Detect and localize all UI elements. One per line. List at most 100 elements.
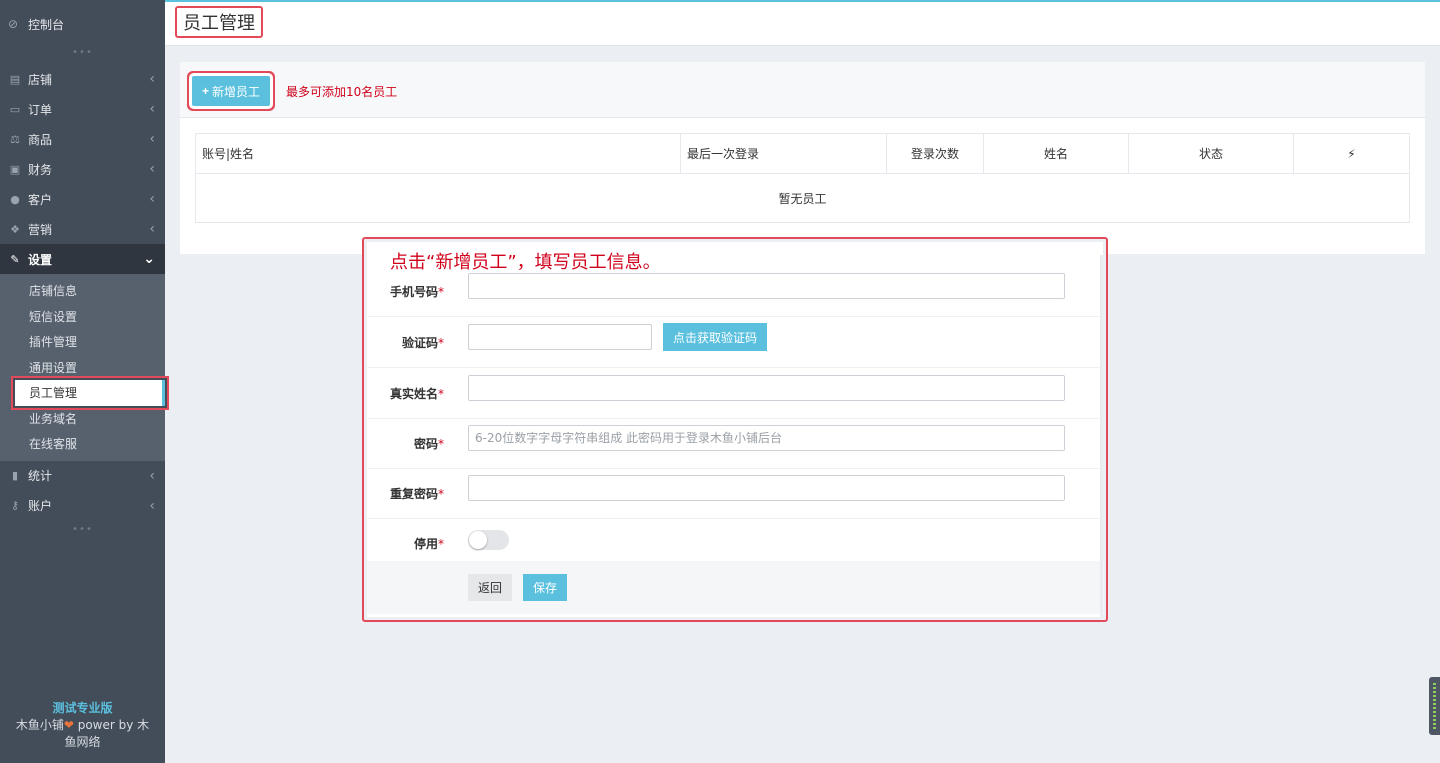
submenu-item-online-service[interactable]: 在线客服 [0, 431, 165, 457]
sidebar-menu: ▤ 店铺 ‹ ▭ 订单 ‹ ⚖ 商品 ‹ ▣ 财务 ‹ ● 客户 ‹ ❖ 营销 … [0, 64, 165, 539]
form-row-code: 验证码* 点击获取验证码 [367, 317, 1104, 368]
back-button[interactable]: 返回 [468, 574, 513, 601]
submenu-item-store-info[interactable]: 店铺信息 [0, 278, 165, 304]
sidebar-item-order[interactable]: ▭ 订单 ‹ [0, 94, 165, 124]
plus-icon: + [202, 84, 210, 98]
add-staff-form: 点击“新增员工”，填写员工信息。 手机号码* 验证码* 点击获取验证码 真实姓名… [362, 237, 1108, 622]
verification-code-input[interactable] [468, 324, 652, 350]
sidebar-item-label: 订单 [28, 102, 53, 117]
form-row-phone: 手机号码* [367, 266, 1104, 317]
column-header-login-count[interactable]: 登录次数 [887, 134, 984, 173]
staff-limit-note: 最多可添加10名员工 [286, 85, 398, 99]
repeat-password-input[interactable] [468, 475, 1065, 501]
brand-line: 木鱼小铺❤ power by 木 [0, 717, 165, 734]
sidebar-item-account[interactable]: ⚷ 账户 ‹ [0, 491, 165, 521]
sidebar-item-label: 财务 [28, 162, 53, 177]
phone-label-text: 手机号码 [389, 285, 438, 299]
add-staff-label: 新增员工 [212, 84, 261, 99]
required-mark: * [438, 387, 444, 401]
form-row-realname: 真实姓名* [367, 368, 1104, 419]
chevron-left-icon: ‹ [149, 191, 155, 207]
column-header-account[interactable]: 账号|姓名 [196, 134, 681, 173]
sidebar-item-label: 统计 [28, 469, 53, 483]
scrollbar[interactable] [1100, 255, 1103, 617]
sidebar-item-label: 客户 [28, 192, 53, 207]
sidebar-item-store[interactable]: ▤ 店铺 ‹ [0, 64, 165, 94]
form-row-password: 密码* [367, 418, 1104, 469]
submenu-item-sms[interactable]: 短信设置 [0, 304, 165, 330]
sidebar-item-label: 营销 [28, 222, 53, 237]
code-label: 验证码* [402, 334, 444, 351]
phone-input[interactable] [468, 273, 1065, 299]
page-title: 员工管理 [175, 6, 263, 38]
required-mark: * [438, 437, 444, 451]
edition-label: 测试专业版 [52, 701, 113, 715]
form-row-repeat-password: 重复密码* [367, 468, 1104, 519]
key-icon: ⚷ [10, 499, 20, 512]
disable-toggle[interactable] [468, 530, 509, 550]
wrench-icon: ✎ [10, 252, 20, 266]
marketing-icon: ❖ [10, 222, 20, 236]
sidebar-item-stats[interactable]: ▮ 统计 ‹ [0, 461, 165, 491]
add-staff-button[interactable]: + 新增员工 [192, 76, 271, 106]
sidebar-item-marketing[interactable]: ❖ 营销 ‹ [0, 214, 165, 244]
scale-icon: ⚖ [10, 132, 20, 146]
sidebar-item-customer[interactable]: ● 客户 ‹ [0, 184, 165, 214]
bar-chart-icon: ▮ [11, 469, 19, 482]
submenu-item-plugins[interactable]: 插件管理 [0, 329, 165, 355]
column-header-name[interactable]: 姓名 [984, 134, 1129, 173]
order-icon: ▭ [9, 102, 21, 116]
chevron-down-icon: ⌄ [143, 251, 155, 267]
save-button[interactable]: 保存 [523, 574, 568, 601]
repeat-password-label: 重复密码* [390, 485, 444, 502]
sidebar-item-label: 商品 [28, 132, 53, 147]
side-meter-widget[interactable] [1429, 677, 1440, 735]
heart-icon: ❤ [63, 718, 74, 732]
password-input[interactable] [468, 425, 1065, 451]
brand-company: 鱼网络 [64, 735, 101, 749]
disable-label-text: 停用 [413, 537, 438, 551]
realname-label-text: 真实姓名 [389, 387, 438, 401]
realname-label: 真实姓名* [390, 385, 444, 402]
chevron-left-icon: ‹ [149, 71, 155, 87]
sidebar-item-finance[interactable]: ▣ 财务 ‹ [0, 154, 165, 184]
meter-bar [1433, 683, 1436, 729]
realname-input[interactable] [468, 375, 1065, 401]
dashboard-icon: ⊘ [8, 17, 19, 31]
money-icon: ▣ [9, 162, 21, 176]
column-header-status[interactable]: 状态 [1129, 134, 1294, 173]
required-mark: * [438, 537, 444, 551]
sidebar-item-label: 店铺 [28, 72, 53, 87]
required-mark: * [438, 336, 444, 350]
submenu-item-domain[interactable]: 业务域名 [0, 406, 165, 432]
toggle-knob [469, 531, 487, 549]
submenu-item-general[interactable]: 通用设置 [0, 355, 165, 381]
sidebar-item-dashboard[interactable]: ⊘ 控制台 [0, 0, 165, 48]
sidebar-item-label: 设置 [28, 252, 53, 267]
form-actions: 返回 保存 [367, 561, 1104, 614]
sidebar-item-label: 账户 [28, 499, 53, 513]
table-empty-message: 暂无员工 [778, 191, 827, 206]
header: 员工管理 [165, 2, 1440, 46]
chevron-left-icon: ‹ [149, 101, 155, 117]
submenu-item-staff[interactable]: 员工管理 [15, 380, 165, 406]
password-label-text: 密码 [413, 437, 438, 451]
sidebar-item-settings[interactable]: ✎ 设置 ⌄ [0, 244, 165, 274]
password-label: 密码* [414, 435, 444, 452]
column-header-last-login[interactable]: 最后一次登录 [681, 134, 887, 173]
staff-panel: + 新增员工 最多可添加10名员工 账号|姓名 最后一次登录 登录次数 姓名 状… [180, 62, 1425, 254]
store-icon: ▤ [9, 72, 21, 86]
users-icon: ● [10, 192, 20, 206]
sidebar-item-label: 控制台 [28, 17, 65, 32]
settings-submenu: 店铺信息 短信设置 插件管理 通用设置 员工管理 业务域名 在线客服 [0, 274, 165, 461]
get-code-button[interactable]: 点击获取验证码 [663, 323, 768, 351]
chevron-left-icon: ‹ [149, 131, 155, 147]
sidebar: ⊘ 控制台 ••• ▤ 店铺 ‹ ▭ 订单 ‹ ⚖ 商品 ‹ ▣ 财务 ‹ ● … [0, 0, 165, 763]
sidebar-item-goods[interactable]: ⚖ 商品 ‹ [0, 124, 165, 154]
chevron-left-icon: ‹ [149, 161, 155, 177]
required-mark: * [438, 285, 444, 299]
sidebar-divider: ••• [72, 47, 93, 58]
repeat-password-label-text: 重复密码 [389, 487, 438, 501]
sidebar-footer: 测试专业版 木鱼小铺❤ power by 木 鱼网络 [0, 700, 165, 751]
brand-name: 木鱼小铺 [15, 718, 64, 732]
